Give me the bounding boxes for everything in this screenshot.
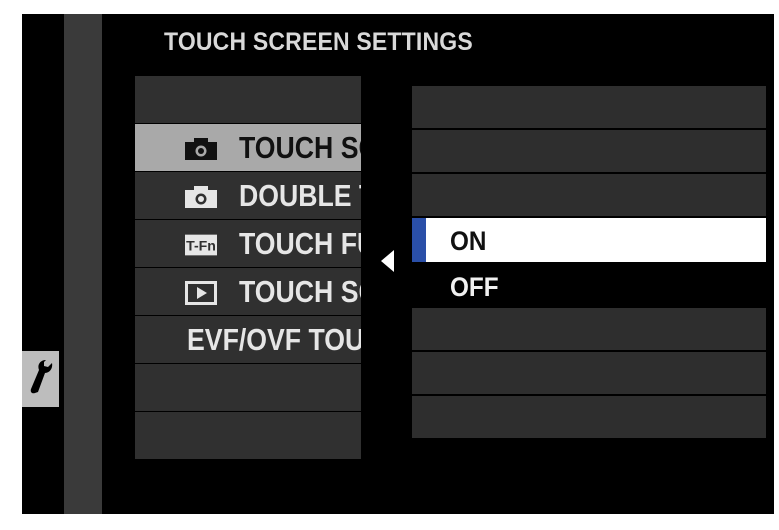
- tfn-icon: T-Fn: [185, 234, 217, 256]
- option-off[interactable]: OFF: [412, 264, 766, 306]
- setup-tab[interactable]: [22, 351, 59, 407]
- option-blank-6: [412, 396, 766, 438]
- camera-icon: [185, 138, 217, 160]
- option-blank-5: [412, 352, 766, 394]
- menu-item-touch-screen-setting[interactable]: TOUCH SCREEN SETTING: [135, 124, 361, 171]
- menu-item-label: TOUCH SCREEN SETTING: [239, 274, 361, 309]
- camera-menu-screen: TOUCH SCREEN SETTINGS TOUCH SCREEN SETTI…: [22, 14, 774, 514]
- wrench-icon: [28, 357, 54, 402]
- list-item-blank-1: [135, 76, 361, 123]
- menu-item-playback-touch-screen-setting[interactable]: TOUCH SCREEN SETTING: [135, 268, 361, 315]
- option-on[interactable]: ON: [412, 218, 766, 262]
- playback-icon: [185, 281, 217, 305]
- menu-item-label: EVF/OVF TOUCH SCREEN AREA SETTINGS: [187, 322, 361, 357]
- menu-item-label: DOUBLE TAP SETTING: [239, 178, 361, 213]
- menu-item-label: TOUCH SCREEN SETTING: [239, 130, 361, 165]
- submenu-pointer-icon: [381, 250, 394, 272]
- option-blank-3: [412, 174, 766, 216]
- menu-item-evf-ovf-touch-area[interactable]: EVF/OVF TOUCH SCREEN AREA SETTINGS: [135, 316, 361, 363]
- option-list: ON OFF: [412, 86, 766, 442]
- page-title: TOUCH SCREEN SETTINGS: [164, 28, 473, 56]
- menu-item-double-tap-setting[interactable]: DOUBLE TAP SETTING: [135, 172, 361, 219]
- option-blank-2: [412, 130, 766, 172]
- option-label: OFF: [450, 272, 499, 302]
- option-blank-4: [412, 308, 766, 350]
- menu-item-label: TOUCH FUNCTION: [239, 226, 361, 261]
- svg-text:T-Fn: T-Fn: [186, 238, 216, 254]
- list-item-blank-2: [135, 364, 361, 411]
- option-blank-1: [412, 86, 766, 128]
- menu-item-touch-function[interactable]: T-Fn TOUCH FUNCTION: [135, 220, 361, 267]
- settings-list: TOUCH SCREEN SETTING DOUBLE TAP SETTING …: [135, 76, 361, 462]
- selection-marker: [412, 218, 426, 262]
- option-label: ON: [450, 226, 487, 256]
- sidebar-strip: [64, 14, 102, 514]
- camera-icon: [185, 186, 217, 208]
- list-item-blank-3: [135, 412, 361, 459]
